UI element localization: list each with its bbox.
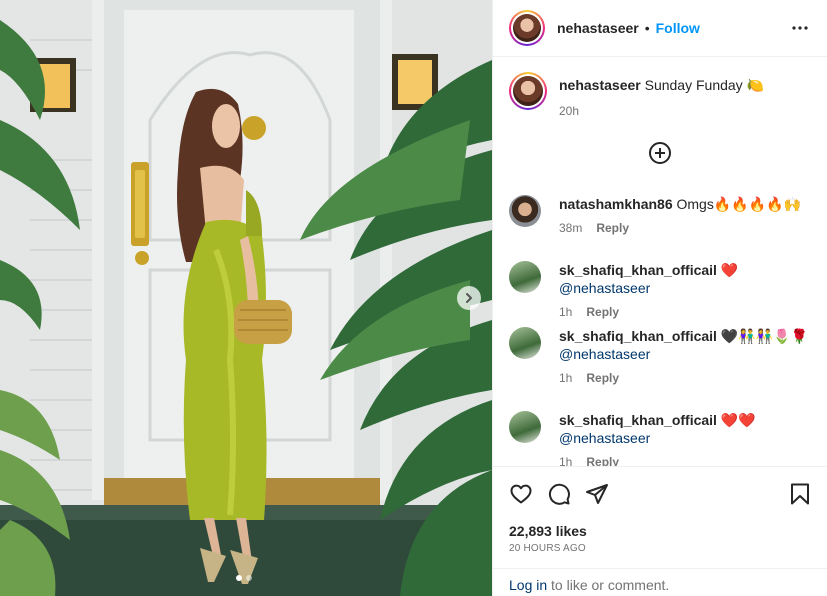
commenter-avatar[interactable] <box>509 261 541 293</box>
post-timestamp[interactable]: 20 HOURS AGO <box>509 543 586 554</box>
carousel-dot <box>246 575 252 581</box>
comment-time: 1h <box>559 305 573 319</box>
comment-time: 1h <box>559 371 573 385</box>
caption-text: Sunday Funday <box>644 77 743 93</box>
comment-text: Omgs <box>676 196 714 212</box>
share-paper-plane-icon[interactable] <box>585 482 609 506</box>
post-caption: nehastaseer Sunday Funday 🍋 20h <box>509 72 764 118</box>
comment-emoji: 🔥🔥🔥🔥🙌 <box>713 196 802 212</box>
reply-button[interactable]: Reply <box>586 305 619 319</box>
comment-item: natashamkhan86 Omgs🔥🔥🔥🔥🙌 38m Reply <box>509 195 819 235</box>
comment-item: sk_shafiq_khan_officail ❤️ @nehastaseer … <box>509 261 819 319</box>
carousel-dot-active <box>236 575 242 581</box>
post-actions: 22,893 likes 20 HOURS AGO Log in to like… <box>493 466 827 596</box>
chevron-right-icon <box>466 293 472 303</box>
commenter-username[interactable]: sk_shafiq_khan_officail <box>559 412 717 428</box>
commenter-username[interactable]: sk_shafiq_khan_officail <box>559 262 717 278</box>
commenter-username[interactable]: sk_shafiq_khan_officail <box>559 328 717 344</box>
caption-emoji: 🍋 <box>746 77 765 93</box>
comment-mention[interactable]: @nehastaseer <box>559 430 650 446</box>
likes-count[interactable]: 22,893 likes <box>509 523 587 539</box>
save-bookmark-icon[interactable] <box>788 482 812 506</box>
comment-bubble-icon[interactable] <box>547 482 571 506</box>
carousel-next-button[interactable] <box>457 286 481 310</box>
follow-button[interactable]: Follow <box>656 20 700 36</box>
comment-mention[interactable]: @nehastaseer <box>559 280 650 296</box>
post-media <box>0 0 492 596</box>
reply-button[interactable]: Reply <box>586 455 619 466</box>
comment-item: sk_shafiq_khan_officail 🖤👫👫🌷🌹 @nehastase… <box>509 327 819 385</box>
caption-time: 20h <box>559 104 580 118</box>
post-panel: nehastaseer • Follow nehastaseer Sunday … <box>492 0 827 596</box>
commenter-username[interactable]: natashamkhan86 <box>559 196 673 212</box>
login-prompt-text: to like or comment. <box>547 577 670 593</box>
comment-emoji: ❤️ <box>720 262 739 278</box>
comment-emoji: ❤️❤️ <box>720 412 756 428</box>
post-header: nehastaseer • Follow <box>493 0 827 57</box>
carousel-indicator <box>236 575 252 581</box>
comment-item: sk_shafiq_khan_officail ❤️❤️ @nehastasee… <box>509 411 819 466</box>
commenter-avatar[interactable] <box>509 411 541 443</box>
caption-avatar[interactable] <box>509 72 547 110</box>
comment-time: 1h <box>559 455 573 466</box>
post-photo <box>0 0 492 596</box>
comment-time: 38m <box>559 221 583 235</box>
load-more-comments-icon[interactable] <box>648 141 672 165</box>
more-options-icon[interactable] <box>790 18 810 38</box>
comment-mention[interactable]: @nehastaseer <box>559 346 650 362</box>
author-username[interactable]: nehastaseer <box>557 20 639 36</box>
reply-button[interactable]: Reply <box>596 221 629 235</box>
like-heart-icon[interactable] <box>509 482 533 506</box>
commenter-avatar[interactable] <box>509 195 541 227</box>
login-prompt: Log in to like or comment. <box>493 568 827 596</box>
login-link[interactable]: Log in <box>509 577 547 593</box>
separator-dot: • <box>644 20 650 36</box>
commenter-avatar[interactable] <box>509 327 541 359</box>
reply-button[interactable]: Reply <box>586 371 619 385</box>
author-avatar[interactable] <box>509 10 545 46</box>
caption-username[interactable]: nehastaseer <box>559 77 641 93</box>
comment-emoji: 🖤👫👫🌷🌹 <box>720 328 809 344</box>
comments-section[interactable]: nehastaseer Sunday Funday 🍋 20h natasham… <box>493 58 827 466</box>
